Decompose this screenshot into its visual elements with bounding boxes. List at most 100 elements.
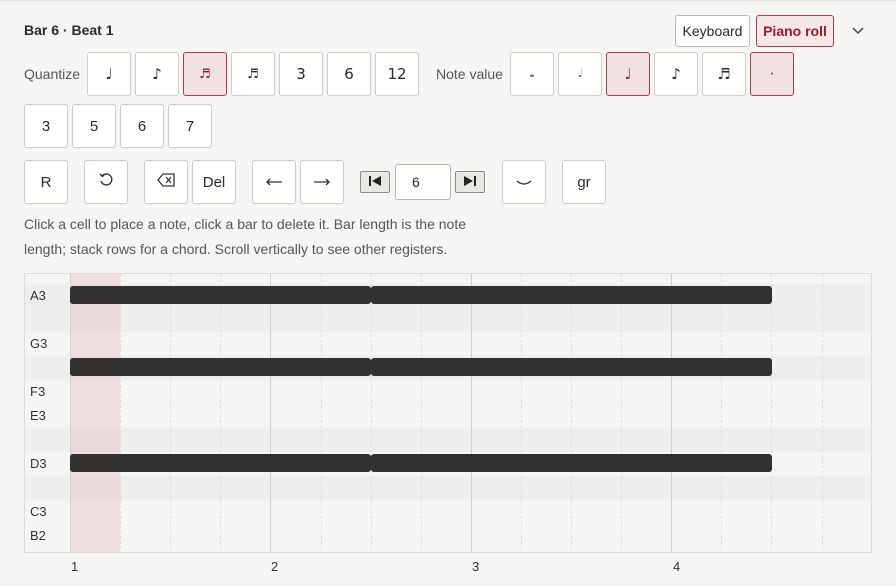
dot-icon: · [769, 65, 775, 83]
quarter-note-icon: ♩ [624, 65, 632, 83]
row-c3[interactable] [25, 500, 871, 524]
top-divider [0, 0, 896, 3]
backspace-button[interactable] [144, 160, 188, 204]
row-label-e3: E3 [30, 408, 46, 423]
beat-gridline [571, 274, 572, 552]
row-label-d3: D3 [30, 456, 47, 471]
position-title: Bar 6 · Beat 1 [24, 22, 114, 38]
thirty-second-note-icon: ♬ [247, 66, 259, 82]
row-label-c3: C3 [30, 504, 47, 519]
tuplet-5-button[interactable]: 5 [72, 104, 116, 148]
bar-gridline [70, 274, 71, 552]
beat-gridline [521, 274, 522, 552]
whole-note-icon: 𝅝 [529, 67, 535, 80]
playhead-column [70, 274, 120, 552]
grace-note-button[interactable]: gr [562, 160, 606, 204]
note-bar[interactable] [70, 286, 371, 304]
bar-number-input[interactable]: 6 [395, 164, 451, 200]
note-bar[interactable] [371, 358, 772, 376]
backspace-icon [157, 173, 175, 191]
tie-icon [515, 174, 533, 191]
row-db3[interactable] [25, 476, 871, 500]
row-f3[interactable] [25, 380, 871, 404]
beat-gridline [120, 274, 121, 552]
bar-number-1: 1 [71, 559, 79, 574]
piano-roll-grid[interactable]: A3 G3 F3 E3 D3 C3 B2 [24, 273, 872, 553]
beat-gridline [371, 274, 372, 552]
quantize-label-3: 3 [296, 65, 306, 83]
note-value-whole-note[interactable]: 𝅝 [510, 52, 554, 96]
arrow-right-icon [313, 174, 331, 191]
note-value-dot[interactable]: · [750, 52, 794, 96]
sixteenth-note-icon: ♬ [717, 65, 731, 83]
beat-gridline [721, 274, 722, 552]
note-bar[interactable] [70, 358, 371, 376]
move-right-button[interactable] [300, 160, 344, 204]
undo-icon [98, 172, 114, 192]
beat-gridline [822, 274, 823, 552]
note-value-sixteenth-note[interactable]: ♬ [702, 52, 746, 96]
arrow-left-icon [265, 174, 283, 191]
keyboard-mode-button[interactable]: Keyboard [675, 15, 750, 47]
bar-number-4: 4 [673, 559, 681, 574]
bar-gridline [671, 274, 672, 552]
note-value-quarter-note[interactable]: ♩ [606, 52, 650, 96]
quantize-option-eighth-note[interactable]: ♪ [135, 52, 179, 96]
note-bar[interactable] [70, 454, 371, 472]
note-bar[interactable] [371, 286, 772, 304]
tuplet-7-button[interactable]: 7 [168, 104, 212, 148]
rest-button[interactable]: R [24, 160, 68, 204]
row-label-a3: A3 [30, 288, 46, 303]
quantize-option-thirty-second-note[interactable]: ♬ [231, 52, 275, 96]
quantize-label-6: 6 [344, 65, 354, 83]
bar-number-2: 2 [271, 559, 279, 574]
skip-forward-icon [462, 175, 478, 190]
quantize-option-12[interactable]: 12 [375, 52, 419, 96]
bar-gridline [471, 274, 472, 552]
note-value-half-note[interactable]: 𝅗𝅥 [558, 52, 602, 96]
help-text-line-1: Click a cell to place a note, click a ba… [24, 216, 467, 232]
row-eb3[interactable] [25, 428, 871, 452]
quantize-label-12: 12 [387, 65, 407, 83]
next-bar-button[interactable] [455, 171, 485, 193]
beat-gridline [220, 274, 221, 552]
half-note-icon: 𝅗𝅥 [578, 67, 582, 80]
row-b2[interactable] [25, 524, 871, 548]
skip-back-icon [367, 175, 383, 190]
beat-gridline [321, 274, 322, 552]
row-e3[interactable] [25, 404, 871, 428]
eighth-note-icon: ♪ [671, 65, 681, 83]
note-value-label: Note value [436, 66, 503, 82]
row-label-g3: G3 [30, 336, 48, 351]
bar-gridline [270, 274, 271, 552]
help-text-line-2: length; stack rows for a chord. Scroll v… [24, 241, 448, 257]
quarter-note-icon: ♩ [105, 65, 113, 83]
tie-button[interactable] [502, 160, 546, 204]
note-bar[interactable] [371, 454, 772, 472]
move-left-button[interactable] [252, 160, 296, 204]
beat-gridline [771, 274, 772, 552]
undo-button[interactable] [84, 160, 128, 204]
quantize-label: Quantize [24, 66, 81, 82]
quantize-option-6[interactable]: 6 [327, 52, 371, 96]
quantize-option-quarter-note[interactable]: ♩ [87, 52, 131, 96]
sixteenth-note-icon: ♬ [199, 66, 211, 82]
tuplet-6-button[interactable]: 6 [120, 104, 164, 148]
delete-button[interactable]: Del [192, 160, 236, 204]
note-value-eighth-note[interactable]: ♪ [654, 52, 698, 96]
chevron-down-icon[interactable] [848, 22, 868, 40]
beat-gridline [170, 274, 171, 552]
piano-roll-mode-button[interactable]: Piano roll [756, 15, 834, 47]
tuplet-3-button[interactable]: 3 [24, 104, 68, 148]
quantize-option-sixteenth-note[interactable]: ♬ [183, 52, 227, 96]
beat-gridline [621, 274, 622, 552]
eighth-note-icon: ♪ [152, 65, 162, 83]
beat-gridline [421, 274, 422, 552]
bar-number-3: 3 [472, 559, 480, 574]
row-ab3[interactable] [25, 308, 871, 332]
previous-bar-button[interactable] [360, 171, 390, 193]
row-label-f3: F3 [30, 384, 46, 399]
row-label-b2: B2 [30, 528, 46, 543]
row-g3[interactable] [25, 332, 871, 356]
quantize-option-3[interactable]: 3 [279, 52, 323, 96]
